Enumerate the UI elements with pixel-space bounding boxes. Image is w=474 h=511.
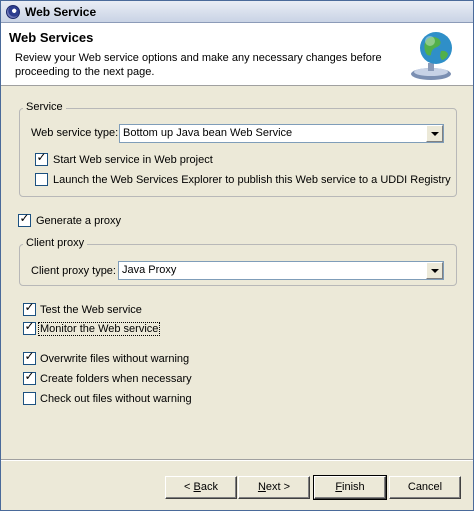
client-proxy-group-legend: Client proxy bbox=[23, 237, 88, 249]
web-service-type-label: Web service type: bbox=[31, 127, 119, 139]
checkmark-icon: ✓ bbox=[24, 369, 35, 383]
create-folders-checkbox[interactable]: ✓ bbox=[23, 369, 36, 385]
chevron-down-icon[interactable] bbox=[426, 262, 443, 279]
start-web-service-label[interactable]: Start Web service in Web project bbox=[53, 154, 213, 166]
launch-explorer-checkbox[interactable] bbox=[35, 173, 48, 186]
next-button-suffix: ext > bbox=[265, 481, 291, 493]
cancel-button[interactable]: Cancel bbox=[389, 476, 461, 499]
next-button-mnemonic: N bbox=[257, 481, 266, 493]
web-service-type-value: Bottom up Java bean Web Service bbox=[123, 127, 293, 139]
client-proxy-type-value: Java Proxy bbox=[122, 264, 177, 276]
back-button-prefix: < bbox=[184, 481, 194, 493]
generate-proxy-checkbox[interactable]: ✓ bbox=[18, 211, 31, 227]
launch-explorer-label[interactable]: Launch the Web Services Explorer to publ… bbox=[53, 174, 451, 186]
page-title: Web Services bbox=[9, 30, 94, 45]
web-service-globe-icon bbox=[411, 32, 452, 80]
back-button-mnemonic: B bbox=[193, 481, 201, 493]
service-group-legend: Service bbox=[23, 101, 66, 113]
window-title: Web Service bbox=[25, 5, 97, 19]
test-web-service-checkbox[interactable]: ✓ bbox=[23, 300, 36, 316]
checkmark-icon: ✓ bbox=[36, 150, 47, 164]
title-bar[interactable]: Web Service bbox=[1, 1, 473, 23]
checkout-files-checkbox[interactable] bbox=[23, 392, 36, 405]
finish-button[interactable]: Finish bbox=[313, 475, 387, 500]
page-description: Review your Web service options and make… bbox=[15, 52, 382, 78]
client-proxy-type-select[interactable]: Java Proxy bbox=[118, 261, 444, 280]
wizard-banner: Web Services Review your Web service opt… bbox=[1, 23, 473, 86]
back-button-suffix: ack bbox=[200, 481, 218, 493]
web-service-type-select[interactable]: Bottom up Java bean Web Service bbox=[119, 124, 444, 143]
checkout-files-label[interactable]: Check out files without warning bbox=[40, 393, 192, 405]
client-proxy-type-label: Client proxy type: bbox=[31, 265, 116, 277]
eclipse-icon bbox=[6, 5, 20, 19]
start-web-service-checkbox[interactable]: ✓ bbox=[35, 150, 48, 166]
button-bar-separator bbox=[1, 459, 473, 461]
next-button[interactable]: Next > bbox=[238, 476, 310, 499]
create-folders-label[interactable]: Create folders when necessary bbox=[40, 373, 192, 385]
monitor-web-service-checkbox[interactable]: ✓ bbox=[23, 319, 36, 335]
web-service-dialog: Web Service Web Services Review your Web… bbox=[0, 0, 474, 511]
checkmark-icon: ✓ bbox=[24, 319, 35, 333]
checkmark-icon: ✓ bbox=[24, 300, 35, 314]
generate-proxy-label[interactable]: Generate a proxy bbox=[36, 215, 121, 227]
monitor-web-service-label[interactable]: Monitor the Web service bbox=[38, 322, 161, 336]
back-button[interactable]: < Back bbox=[165, 476, 237, 499]
test-web-service-label[interactable]: Test the Web service bbox=[40, 304, 142, 316]
overwrite-files-label[interactable]: Overwrite files without warning bbox=[40, 353, 189, 365]
checkmark-icon: ✓ bbox=[19, 211, 30, 225]
finish-button-suffix: inish bbox=[342, 481, 365, 493]
overwrite-files-checkbox[interactable]: ✓ bbox=[23, 349, 36, 365]
chevron-down-icon[interactable] bbox=[426, 125, 443, 142]
checkmark-icon: ✓ bbox=[24, 349, 35, 363]
